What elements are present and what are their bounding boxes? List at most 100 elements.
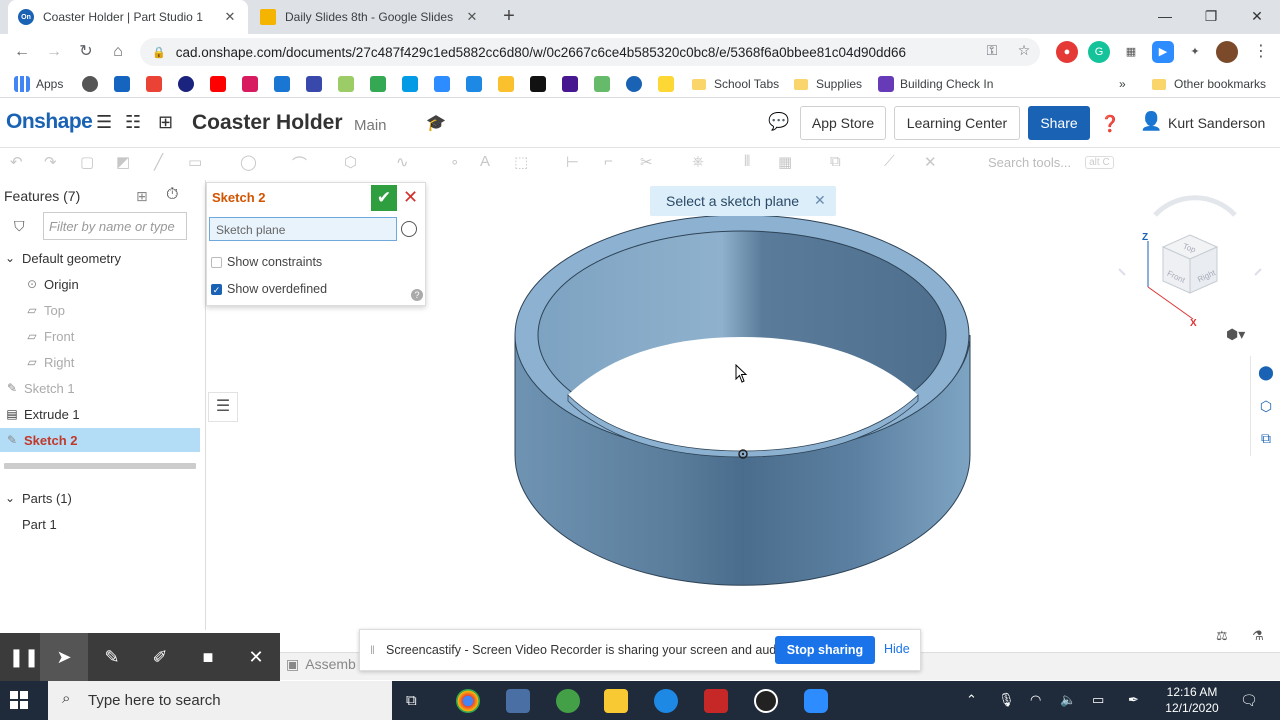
wifi-icon[interactable]: ◠ bbox=[1030, 692, 1041, 708]
part-1[interactable]: Part 1 bbox=[22, 512, 222, 536]
notifications-icon[interactable]: 🗨 bbox=[1240, 692, 1258, 709]
arc-tool-icon[interactable]: ⌒ bbox=[292, 153, 307, 174]
bookmark-icon[interactable] bbox=[658, 76, 674, 92]
mate-connector-icon[interactable]: ⧉ bbox=[1257, 430, 1275, 448]
circle-tool-icon[interactable]: ◯ bbox=[240, 153, 257, 171]
onshape-icon[interactable] bbox=[626, 76, 642, 92]
app-taskbar-icon[interactable] bbox=[654, 689, 678, 713]
pointer-icon[interactable]: ➤ bbox=[40, 633, 88, 681]
feature-extrude1[interactable]: ▤ Extrude 1 bbox=[4, 402, 204, 426]
parts-group[interactable]: ⌄ Parts (1) bbox=[2, 486, 202, 510]
key-icon[interactable]: ⚿ bbox=[982, 42, 1002, 59]
restore-icon[interactable]: ❐ bbox=[1188, 4, 1234, 28]
feature-origin[interactable]: ⊙ Origin bbox=[24, 272, 224, 296]
window-close-icon[interactable]: ✕ bbox=[1234, 4, 1280, 28]
offset-tool-icon[interactable]: ⎈ bbox=[692, 153, 704, 170]
redo-icon[interactable]: ↷ bbox=[44, 153, 57, 171]
rectangle-tool-icon[interactable]: ▭ bbox=[188, 153, 202, 171]
sketch-plane-field[interactable]: Sketch plane bbox=[209, 217, 397, 241]
onshape-logo[interactable]: Onshape bbox=[6, 110, 93, 134]
cancel-x-icon[interactable]: ✕ bbox=[403, 187, 418, 208]
branch-name[interactable]: Main bbox=[354, 117, 387, 134]
feature-front-plane[interactable]: ▱ Front bbox=[24, 324, 224, 348]
pattern-tool-icon[interactable]: ▦ bbox=[778, 153, 792, 171]
intersect-tool-icon[interactable]: ✕ bbox=[924, 153, 937, 171]
bookmark-icon[interactable] bbox=[338, 76, 354, 92]
point-tool-icon[interactable]: ∘ bbox=[450, 153, 459, 171]
search-tools-input[interactable]: Search tools... alt C bbox=[980, 150, 1120, 174]
bookmark-icon[interactable] bbox=[402, 76, 418, 92]
close-icon[interactable]: ✕ bbox=[222, 9, 238, 25]
extrude-tool-icon[interactable]: ◩ bbox=[116, 153, 130, 171]
feature-sketch2[interactable]: ✎ Sketch 2 bbox=[0, 428, 200, 452]
line-tool-icon[interactable]: ╱ bbox=[154, 153, 163, 171]
dimension-tool-icon[interactable]: ⊢ bbox=[566, 153, 579, 171]
feature-filter-input[interactable]: Filter by name or type bbox=[43, 212, 187, 240]
taskbar-search-input[interactable]: ⌕ Type here to search bbox=[48, 681, 392, 720]
extensions-puzzle-icon[interactable]: ✦ bbox=[1184, 41, 1206, 63]
stop-sharing-button[interactable]: Stop sharing bbox=[775, 636, 875, 664]
bookmark-apps[interactable]: Apps bbox=[14, 75, 63, 93]
zoom-icon[interactable] bbox=[434, 76, 450, 92]
learning-cap-icon[interactable]: 🎓 bbox=[426, 113, 446, 133]
drag-handle-icon[interactable]: ‖ bbox=[370, 643, 375, 657]
gmail-icon[interactable] bbox=[146, 76, 162, 92]
show-overdefined-checkbox[interactable]: ✓ Show overdefined bbox=[211, 282, 327, 296]
sketch-tool-icon[interactable]: ▢ bbox=[80, 153, 94, 171]
windows-start-icon[interactable] bbox=[8, 689, 30, 711]
bookmark-icon[interactable] bbox=[466, 76, 482, 92]
profile-avatar[interactable] bbox=[1216, 41, 1238, 63]
hide-button[interactable]: Hide bbox=[884, 642, 910, 656]
camera-icon[interactable]: ■ bbox=[184, 633, 232, 681]
taskbar-clock[interactable]: 12:16 AM 12/1/2020 bbox=[1160, 684, 1224, 716]
drive-icon[interactable] bbox=[370, 76, 386, 92]
bookmark-icon[interactable] bbox=[274, 76, 290, 92]
address-bar[interactable]: 🔒 cad.onshape.com/documents/27c487f429c1… bbox=[140, 38, 1040, 66]
document-title[interactable]: Coaster Holder bbox=[192, 111, 343, 135]
chrome-taskbar-icon[interactable] bbox=[456, 689, 480, 713]
help-icon[interactable]: ? bbox=[411, 289, 423, 301]
use-tool-icon[interactable]: ⟋ bbox=[884, 153, 895, 170]
assembly-tab[interactable]: ▣ Assemb bbox=[286, 652, 356, 676]
fillet-tool-icon[interactable]: ⌐ bbox=[604, 153, 613, 170]
chevron-up-icon[interactable]: ⌃ bbox=[966, 692, 977, 708]
zoom-taskbar-icon[interactable] bbox=[804, 689, 828, 713]
rollback-timer-icon[interactable]: ⏱ bbox=[166, 186, 178, 204]
back-icon[interactable]: ← bbox=[10, 40, 34, 64]
home-icon[interactable]: ⌂ bbox=[106, 40, 130, 64]
bookmark-icon[interactable] bbox=[530, 76, 546, 92]
bookmark-school-tabs[interactable]: School Tabs bbox=[692, 75, 779, 93]
bookmark-icon[interactable] bbox=[498, 76, 514, 92]
model-viewport[interactable] bbox=[500, 205, 990, 595]
configurations-icon[interactable]: ☷ bbox=[125, 112, 141, 133]
toast-close-icon[interactable]: ✕ bbox=[814, 192, 826, 209]
polygon-tool-icon[interactable]: ⬡ bbox=[344, 153, 357, 171]
transform-tool-icon[interactable]: ⧉ bbox=[830, 153, 841, 170]
show-constraints-checkbox[interactable]: Show constraints bbox=[211, 255, 322, 269]
volume-icon[interactable]: 🔈 bbox=[1060, 692, 1076, 708]
feature-list-toggle-icon[interactable]: ☰ bbox=[208, 392, 238, 422]
autocad-icon[interactable] bbox=[704, 689, 728, 713]
microphone-icon[interactable]: 🎙 bbox=[998, 692, 1015, 708]
app-taskbar-icon[interactable] bbox=[506, 689, 530, 713]
task-view-icon[interactable]: ⧉ bbox=[406, 692, 417, 709]
app-taskbar-icon[interactable] bbox=[754, 689, 778, 713]
highlighter-icon[interactable]: ✐ bbox=[136, 633, 184, 681]
learning-center-button[interactable]: Learning Center bbox=[894, 106, 1020, 140]
share-button[interactable]: Share bbox=[1028, 106, 1090, 140]
star-icon[interactable]: ☆ bbox=[1014, 42, 1034, 59]
bookmark-icon[interactable] bbox=[82, 76, 98, 92]
file-explorer-icon[interactable] bbox=[604, 689, 628, 713]
history-clock-icon[interactable] bbox=[401, 221, 417, 237]
undo-icon[interactable]: ↶ bbox=[10, 153, 23, 171]
app-store-button[interactable]: App Store bbox=[800, 106, 886, 140]
filter-icon[interactable]: ⛉ bbox=[14, 218, 25, 235]
bookmark-icon[interactable] bbox=[178, 76, 194, 92]
feature-top-plane[interactable]: ▱ Top bbox=[24, 298, 224, 322]
battery-icon[interactable]: ▭ bbox=[1092, 692, 1104, 708]
minimize-icon[interactable]: — bbox=[1142, 4, 1188, 28]
text-tool-icon[interactable]: A bbox=[480, 153, 490, 170]
view-mode-cube-icon[interactable]: ⬢▾ bbox=[1226, 326, 1245, 343]
bookmarks-overflow[interactable]: » bbox=[1119, 75, 1126, 93]
user-name[interactable]: Kurt Sanderson bbox=[1168, 115, 1265, 131]
